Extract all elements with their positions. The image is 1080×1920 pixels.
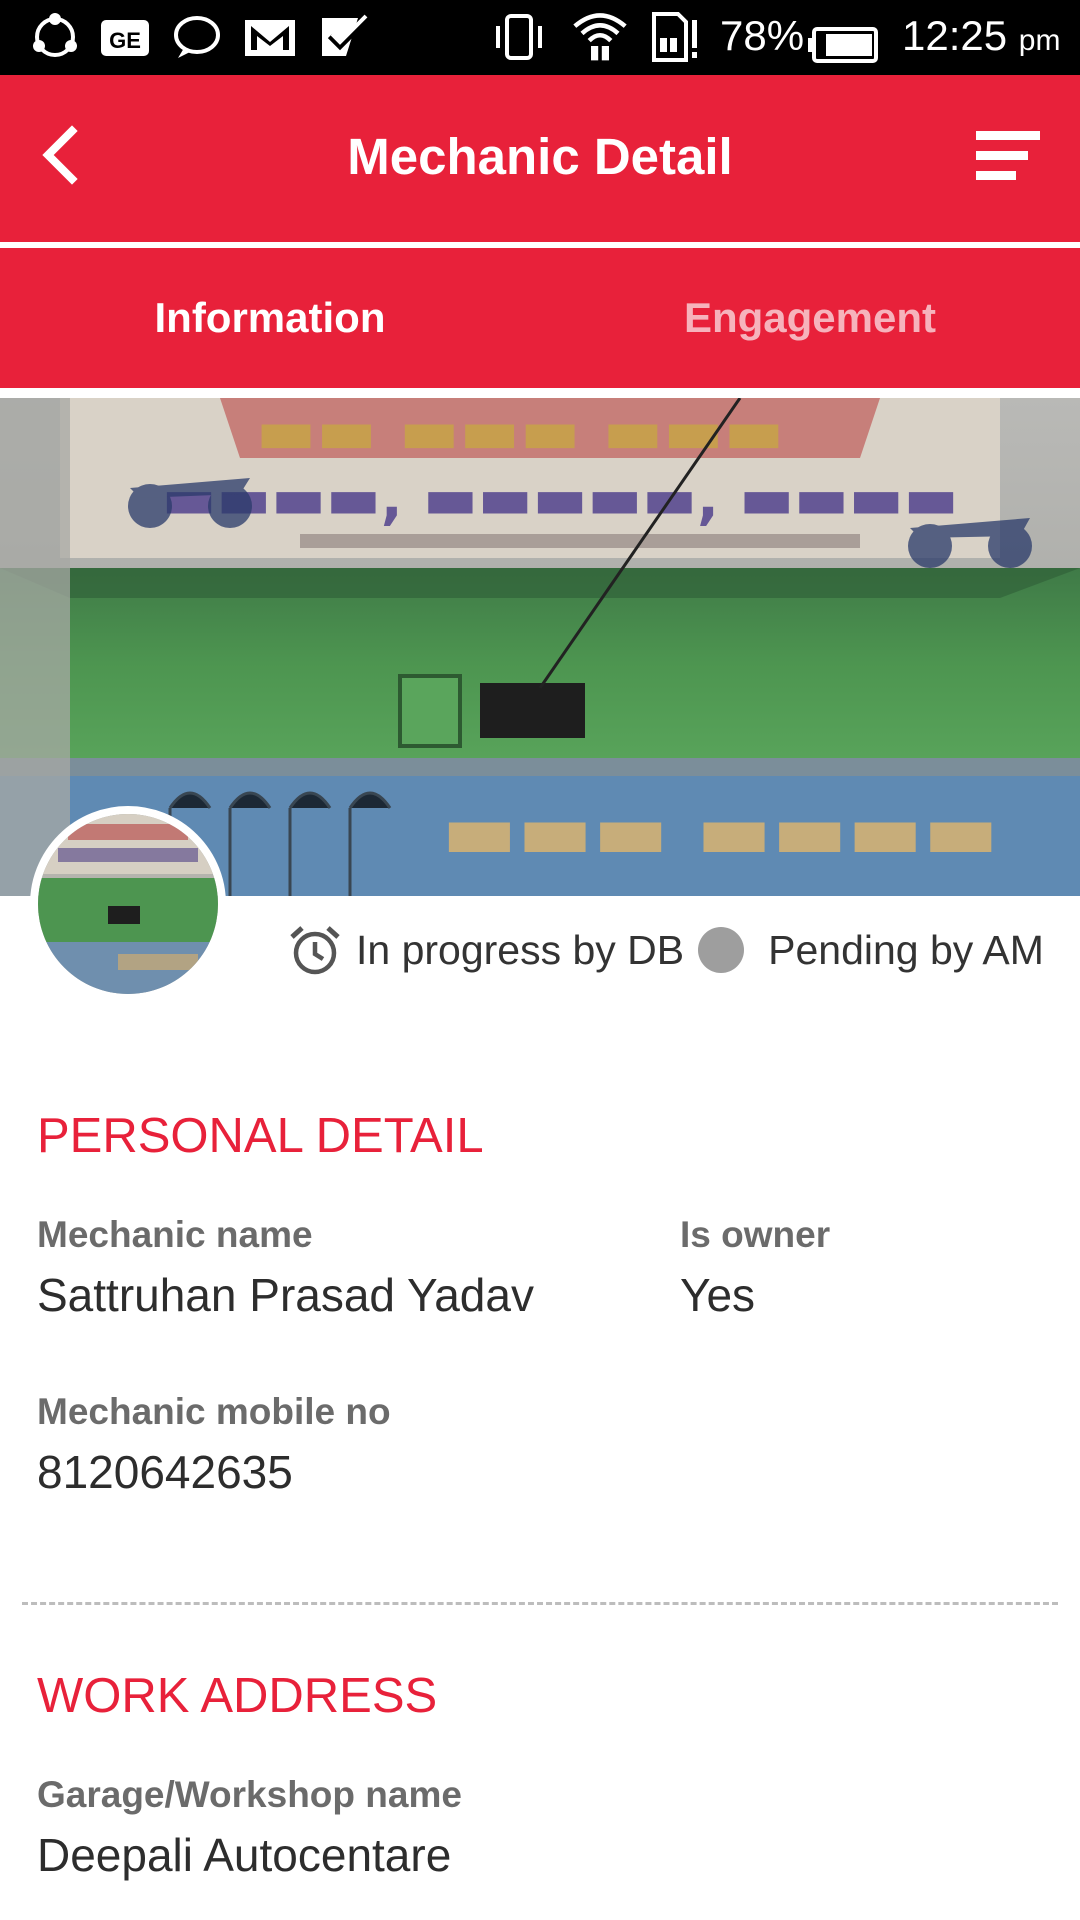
- task-check-icon: [322, 14, 371, 56]
- personal-detail-heading: PERSONAL DETAIL: [37, 1109, 484, 1163]
- alarm-clock-icon: [290, 926, 340, 975]
- app-toolbar: Mechanic Detail: [0, 75, 1080, 242]
- clock-ampm: pm: [1018, 24, 1061, 57]
- mobile-label: Mechanic mobile no: [37, 1391, 391, 1432]
- mechanic-name-value: Sattruhan Prasad Yadav: [37, 1269, 534, 1321]
- section-divider: [22, 1602, 1058, 1605]
- svg-text:GE: GE: [109, 28, 141, 53]
- mobile-value: 8120642635: [37, 1446, 293, 1498]
- vibrate-icon: [496, 14, 542, 60]
- clock-time: 12:25: [902, 12, 1008, 59]
- progress-status-text: In progress by DB: [356, 926, 685, 973]
- tab-engagement[interactable]: Engagement: [540, 248, 1080, 388]
- avatar-image: [38, 814, 218, 994]
- approval-status: In progress by DB Pending by AM: [288, 920, 1044, 980]
- battery-percent: 78%: [720, 12, 805, 59]
- garage-name-label: Garage/Workshop name: [37, 1774, 462, 1815]
- mechanic-avatar[interactable]: [30, 806, 226, 1002]
- sim-alert-icon: [652, 12, 697, 62]
- work-address-heading: WORK ADDRESS: [37, 1669, 438, 1723]
- status-bar: GE 78% 12:25 pm: [0, 0, 1080, 75]
- active-tab-indicator: [0, 388, 540, 398]
- gmail-icon: [245, 20, 295, 56]
- chat-bubble-icon: [174, 16, 220, 58]
- garage-name-value: Deepali Autocentare: [37, 1829, 452, 1881]
- wifi-icon: [573, 13, 627, 61]
- svg-text:▬▬▬▬, ▬▬▬▬▬, ▬▬▬▬: ▬▬▬▬, ▬▬▬▬▬, ▬▬▬▬: [162, 464, 959, 532]
- is-owner-label: Is owner: [680, 1214, 831, 1255]
- svg-text:▬▬ ▬▬▬ ▬▬▬: ▬▬ ▬▬▬ ▬▬▬: [256, 398, 784, 469]
- mechanic-name-label: Mechanic name: [37, 1214, 313, 1255]
- battery-icon: [808, 27, 878, 63]
- filter-menu-icon[interactable]: [972, 127, 1044, 187]
- svg-text:▬▬▬ ▬▬▬▬: ▬▬▬ ▬▬▬▬: [442, 784, 999, 877]
- page-title: Mechanic Detail: [347, 128, 733, 185]
- gmail-ge-icon: GE: [101, 20, 149, 56]
- pending-status-text: Pending by AM: [768, 926, 1044, 973]
- is-owner-value: Yes: [680, 1269, 756, 1321]
- clock: 12:25 pm: [902, 12, 1060, 60]
- pending-status-dot: [698, 927, 745, 973]
- tab-bar: Information Engagement: [0, 248, 1080, 388]
- share-app-icon: [33, 13, 77, 57]
- tab-information[interactable]: Information: [0, 248, 540, 388]
